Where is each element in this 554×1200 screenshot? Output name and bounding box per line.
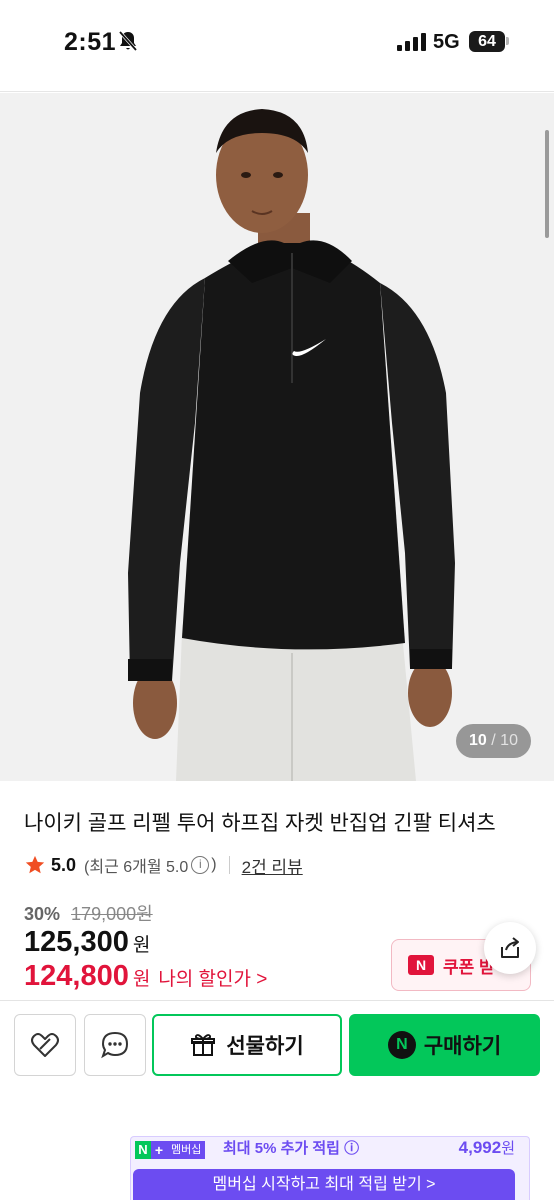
heart-link-icon	[31, 1033, 59, 1057]
chat-icon	[101, 1031, 129, 1059]
star-icon	[25, 855, 45, 874]
sale-price-row: 125,300 원	[24, 926, 150, 959]
battery-indicator: 64	[469, 31, 505, 52]
battery-tip	[506, 37, 509, 45]
sale-price-unit: 원	[132, 935, 151, 956]
npay-icon: N	[387, 1031, 416, 1059]
status-bar: 2:51 5G 64	[0, 0, 554, 92]
my-price: 124,800	[24, 960, 129, 992]
npoint-label: 멤버십	[167, 1141, 206, 1159]
divider	[228, 856, 230, 874]
rating-recent-close: )	[211, 856, 217, 873]
membership-cta-button[interactable]: 멤버십 시작하고 최대 적립 받기 >	[133, 1169, 515, 1200]
original-price: 179,000원	[71, 904, 153, 924]
membership-points-value: 4,992	[458, 1138, 502, 1157]
discount-row: 30% 179,000원	[24, 900, 153, 926]
npoint-n: N	[135, 1141, 151, 1159]
my-price-link[interactable]: 나의 할인가 >	[158, 969, 267, 990]
membership-text: 최대 5% 추가 적립 ⓘ	[223, 1140, 360, 1157]
coupon-n-icon: N	[408, 955, 434, 975]
image-counter-separator: /	[486, 732, 501, 749]
info-icon[interactable]: i	[191, 856, 210, 874]
membership-points: 4,992원	[459, 1137, 515, 1158]
gift-label: 선물하기	[226, 1035, 304, 1058]
product-image[interactable]	[0, 93, 554, 781]
npoint-badge: N + 멤버십	[135, 1140, 206, 1160]
network-label: 5G	[433, 31, 460, 53]
image-counter-current: 10	[469, 732, 487, 749]
image-counter-total: 10	[500, 732, 518, 749]
membership-points-unit: 원	[501, 1140, 515, 1157]
wishlist-button[interactable]	[14, 1014, 76, 1076]
my-price-row[interactable]: 124,800 원 나의 할인가 >	[24, 960, 267, 993]
gift-icon	[191, 1034, 216, 1056]
buy-button[interactable]: N 구매하기	[349, 1014, 540, 1076]
product-photo	[0, 93, 554, 781]
signal-icon	[397, 33, 426, 51]
gift-button[interactable]: 선물하기	[152, 1014, 342, 1076]
my-price-unit: 원	[132, 969, 151, 990]
sale-price: 125,300	[24, 926, 129, 958]
share-icon	[501, 937, 519, 958]
review-link[interactable]: 2건 리뷰	[242, 853, 303, 878]
chat-button[interactable]	[84, 1014, 146, 1076]
npoint-plus: +	[151, 1141, 167, 1159]
buy-label: 구매하기	[423, 1035, 502, 1058]
rating-recent: (최근 6개월 5.0	[84, 859, 189, 876]
discount-rate: 30%	[24, 904, 61, 924]
product-title: 나이키 골프 리펠 투어 하프집 자켓 반집업 긴팔 티셔츠	[24, 812, 496, 835]
rating-row: 5.0 (최근 6개월 5.0 i ) 2건 리뷰	[24, 852, 303, 878]
status-time: 2:51	[64, 28, 117, 56]
image-counter: 10 / 10	[456, 724, 531, 758]
share-button[interactable]	[484, 922, 536, 974]
rating-score: 5.0	[51, 854, 77, 875]
bell-slash-icon	[118, 30, 138, 52]
scroll-indicator[interactable]	[545, 130, 549, 238]
membership-banner[interactable]: N + 멤버십 최대 5% 추가 적립 ⓘ 4,992원 멤버십 시작하고 최대…	[130, 1136, 530, 1200]
action-bar-divider	[0, 1000, 554, 1001]
